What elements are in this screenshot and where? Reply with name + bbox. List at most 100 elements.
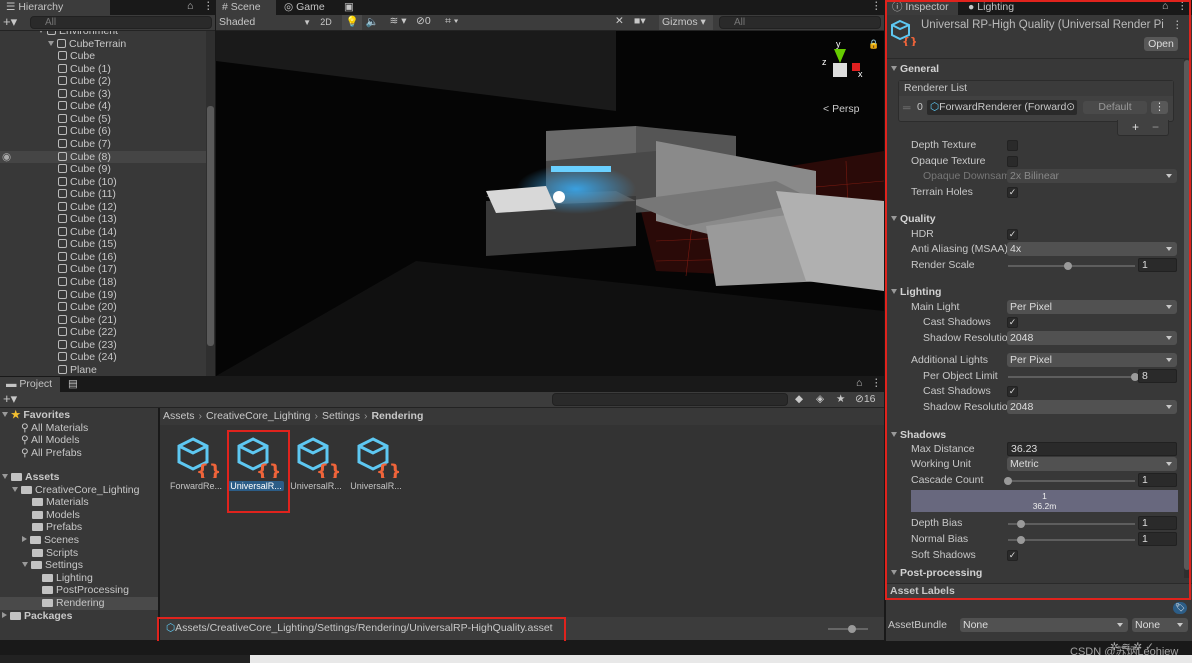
hidden-packages-toggle[interactable]: ⊘16 bbox=[855, 393, 876, 405]
create-button[interactable]: +▾ bbox=[3, 392, 17, 406]
hierarchy-item[interactable]: Cube (8) ◉ bbox=[0, 150, 206, 163]
checkbox[interactable]: ✓ bbox=[1007, 229, 1018, 240]
assetbundle-dropdown[interactable]: None bbox=[960, 618, 1128, 632]
slider[interactable] bbox=[1008, 262, 1135, 270]
folder-item[interactable]: Scripts bbox=[0, 547, 158, 560]
renderer-more-button[interactable]: ⋮ bbox=[1151, 101, 1168, 114]
hierarchy-item[interactable]: Cube (22) bbox=[0, 326, 206, 339]
hierarchy-item[interactable]: Environment bbox=[0, 31, 206, 38]
slider-knob[interactable] bbox=[1016, 520, 1025, 528]
folder-item[interactable]: Lighting bbox=[0, 572, 158, 585]
lighting-toggle-icon[interactable]: 💡 bbox=[342, 15, 362, 30]
foldout-arrow-icon[interactable] bbox=[891, 570, 897, 575]
hierarchy-item[interactable]: Cube bbox=[0, 50, 206, 63]
asset-item[interactable]: {} ForwardRe... bbox=[168, 436, 224, 491]
hierarchy-item[interactable]: Cube (5) bbox=[0, 113, 206, 126]
hierarchy-item[interactable]: Cube (18) bbox=[0, 276, 206, 289]
dropdown[interactable]: 2048 bbox=[1007, 400, 1177, 414]
folder-item[interactable]: Assets bbox=[0, 471, 158, 484]
more-icon[interactable]: ⋮ bbox=[871, 377, 882, 389]
tab-scene[interactable]: # Scene bbox=[216, 0, 276, 15]
folder-item[interactable]: Prefabs bbox=[0, 521, 158, 534]
tab-hierarchy[interactable]: ☰ Hierarchy bbox=[0, 0, 110, 15]
section-shadows[interactable]: Shadows bbox=[891, 428, 946, 442]
hierarchy-item[interactable]: Cube (20) bbox=[0, 301, 206, 314]
folder-item[interactable]: PostProcessing bbox=[0, 584, 158, 597]
breadcrumb-item[interactable]: Assets bbox=[163, 410, 195, 422]
more-icon[interactable]: ⋮ bbox=[871, 0, 882, 12]
favorite-item[interactable]: ⚲ All Prefabs bbox=[0, 447, 82, 460]
folder-item[interactable]: Settings bbox=[0, 559, 158, 572]
asset-item[interactable]: {} UniversalR... bbox=[348, 436, 404, 491]
folder-item[interactable]: Scenes bbox=[0, 534, 158, 547]
create-button[interactable]: +▾ bbox=[3, 15, 17, 29]
dropdown[interactable]: Per Pixel bbox=[1007, 300, 1177, 314]
number-field[interactable]: 1 bbox=[1138, 473, 1177, 487]
scene-gizmo[interactable]: y z x bbox=[816, 39, 866, 94]
effects-toggle-icon[interactable]: ≋ ▾ bbox=[383, 15, 413, 27]
favorite-item[interactable]: ⚲ All Materials bbox=[0, 422, 88, 435]
section-lighting[interactable]: Lighting bbox=[891, 285, 941, 299]
hierarchy-item[interactable]: Cube (16) bbox=[0, 251, 206, 264]
hierarchy-item[interactable]: Cube (11) bbox=[0, 188, 206, 201]
slider-knob[interactable] bbox=[1004, 477, 1012, 485]
hierarchy-item[interactable]: Cube (10) bbox=[0, 176, 206, 189]
scene-search-input[interactable]: All bbox=[719, 16, 881, 29]
breadcrumb-item[interactable]: Rendering bbox=[371, 410, 423, 422]
expand-arrow-icon[interactable] bbox=[2, 611, 7, 618]
gizmos-dropdown[interactable]: Gizmos ▾ bbox=[659, 15, 713, 30]
dropdown[interactable]: Metric bbox=[1007, 457, 1177, 471]
hierarchy-item[interactable]: Cube (17) bbox=[0, 263, 206, 276]
project-search-input[interactable] bbox=[552, 393, 788, 406]
assetbundle-variant-dropdown[interactable]: None bbox=[1132, 618, 1188, 632]
section-general[interactable]: General bbox=[891, 62, 939, 76]
cascade-split-bar[interactable]: 1 36.2m bbox=[911, 490, 1178, 512]
hierarchy-item[interactable]: Cube (14) bbox=[0, 226, 206, 239]
asset-label-icon[interactable]: 🏷 bbox=[1173, 602, 1187, 614]
expand-arrow-icon[interactable] bbox=[22, 562, 28, 568]
2d-toggle[interactable]: 2D bbox=[315, 16, 337, 29]
text-field[interactable]: 36.23 bbox=[1007, 442, 1177, 456]
camera-icon[interactable]: ■▾ bbox=[634, 15, 646, 27]
tab-project[interactable]: ▬ Project bbox=[0, 377, 60, 392]
expand-arrow-icon[interactable] bbox=[2, 412, 8, 417]
dropdown[interactable]: Per Pixel bbox=[1007, 353, 1177, 367]
number-field[interactable]: 1 bbox=[1138, 258, 1177, 272]
hierarchy-item[interactable]: Cube (19) bbox=[0, 289, 206, 302]
foldout-arrow-icon[interactable] bbox=[891, 216, 897, 221]
object-picker-icon[interactable]: ⊙ bbox=[1066, 100, 1075, 115]
slider[interactable] bbox=[1004, 477, 1135, 485]
foldout-arrow-icon[interactable] bbox=[891, 289, 897, 294]
section-post[interactable]: Post-processing bbox=[891, 566, 982, 580]
number-field[interactable]: 1 bbox=[1138, 516, 1177, 530]
slider[interactable] bbox=[1008, 536, 1135, 544]
remove-renderer-button[interactable]: − bbox=[1152, 120, 1159, 134]
checkbox[interactable]: ✓ bbox=[1007, 317, 1018, 328]
asset-item[interactable]: {} UniversalR... bbox=[288, 436, 344, 491]
checkbox[interactable] bbox=[1007, 156, 1018, 167]
favorite-star-icon[interactable]: ★ bbox=[836, 393, 845, 405]
tools-icon[interactable]: ✕ bbox=[615, 15, 624, 27]
lock-icon[interactable]: ⌂ bbox=[187, 0, 193, 12]
section-quality[interactable]: Quality bbox=[891, 212, 936, 226]
hierarchy-item[interactable]: CubeTerrain bbox=[0, 38, 206, 51]
slider[interactable] bbox=[1008, 373, 1139, 381]
audio-toggle-icon[interactable]: 🔈 bbox=[364, 15, 380, 28]
favorites-header[interactable]: ★ Favorites bbox=[0, 409, 70, 422]
hierarchy-item[interactable]: Cube (23) bbox=[0, 339, 206, 352]
lock-icon[interactable]: ⌂ bbox=[856, 377, 862, 389]
expand-arrow-icon[interactable] bbox=[2, 474, 8, 479]
slider[interactable] bbox=[1008, 520, 1135, 528]
hierarchy-item[interactable]: Cube (7) bbox=[0, 138, 206, 151]
hierarchy-item[interactable]: Cube (3) bbox=[0, 88, 206, 101]
number-field[interactable]: 8 bbox=[1138, 369, 1177, 383]
dropdown[interactable]: 4x bbox=[1007, 242, 1177, 256]
hierarchy-item[interactable]: Cube (15) bbox=[0, 238, 206, 251]
folder-item[interactable]: Models bbox=[0, 509, 158, 522]
expand-arrow-icon[interactable] bbox=[12, 486, 18, 492]
hierarchy-item[interactable]: Cube (9) bbox=[0, 163, 206, 176]
hierarchy-item[interactable]: Cube (12) bbox=[0, 201, 206, 214]
hierarchy-item[interactable]: Cube (1) bbox=[0, 63, 206, 76]
favorite-item[interactable]: ⚲ All Models bbox=[0, 434, 79, 447]
tab-game[interactable]: ◎ Game bbox=[278, 0, 336, 15]
